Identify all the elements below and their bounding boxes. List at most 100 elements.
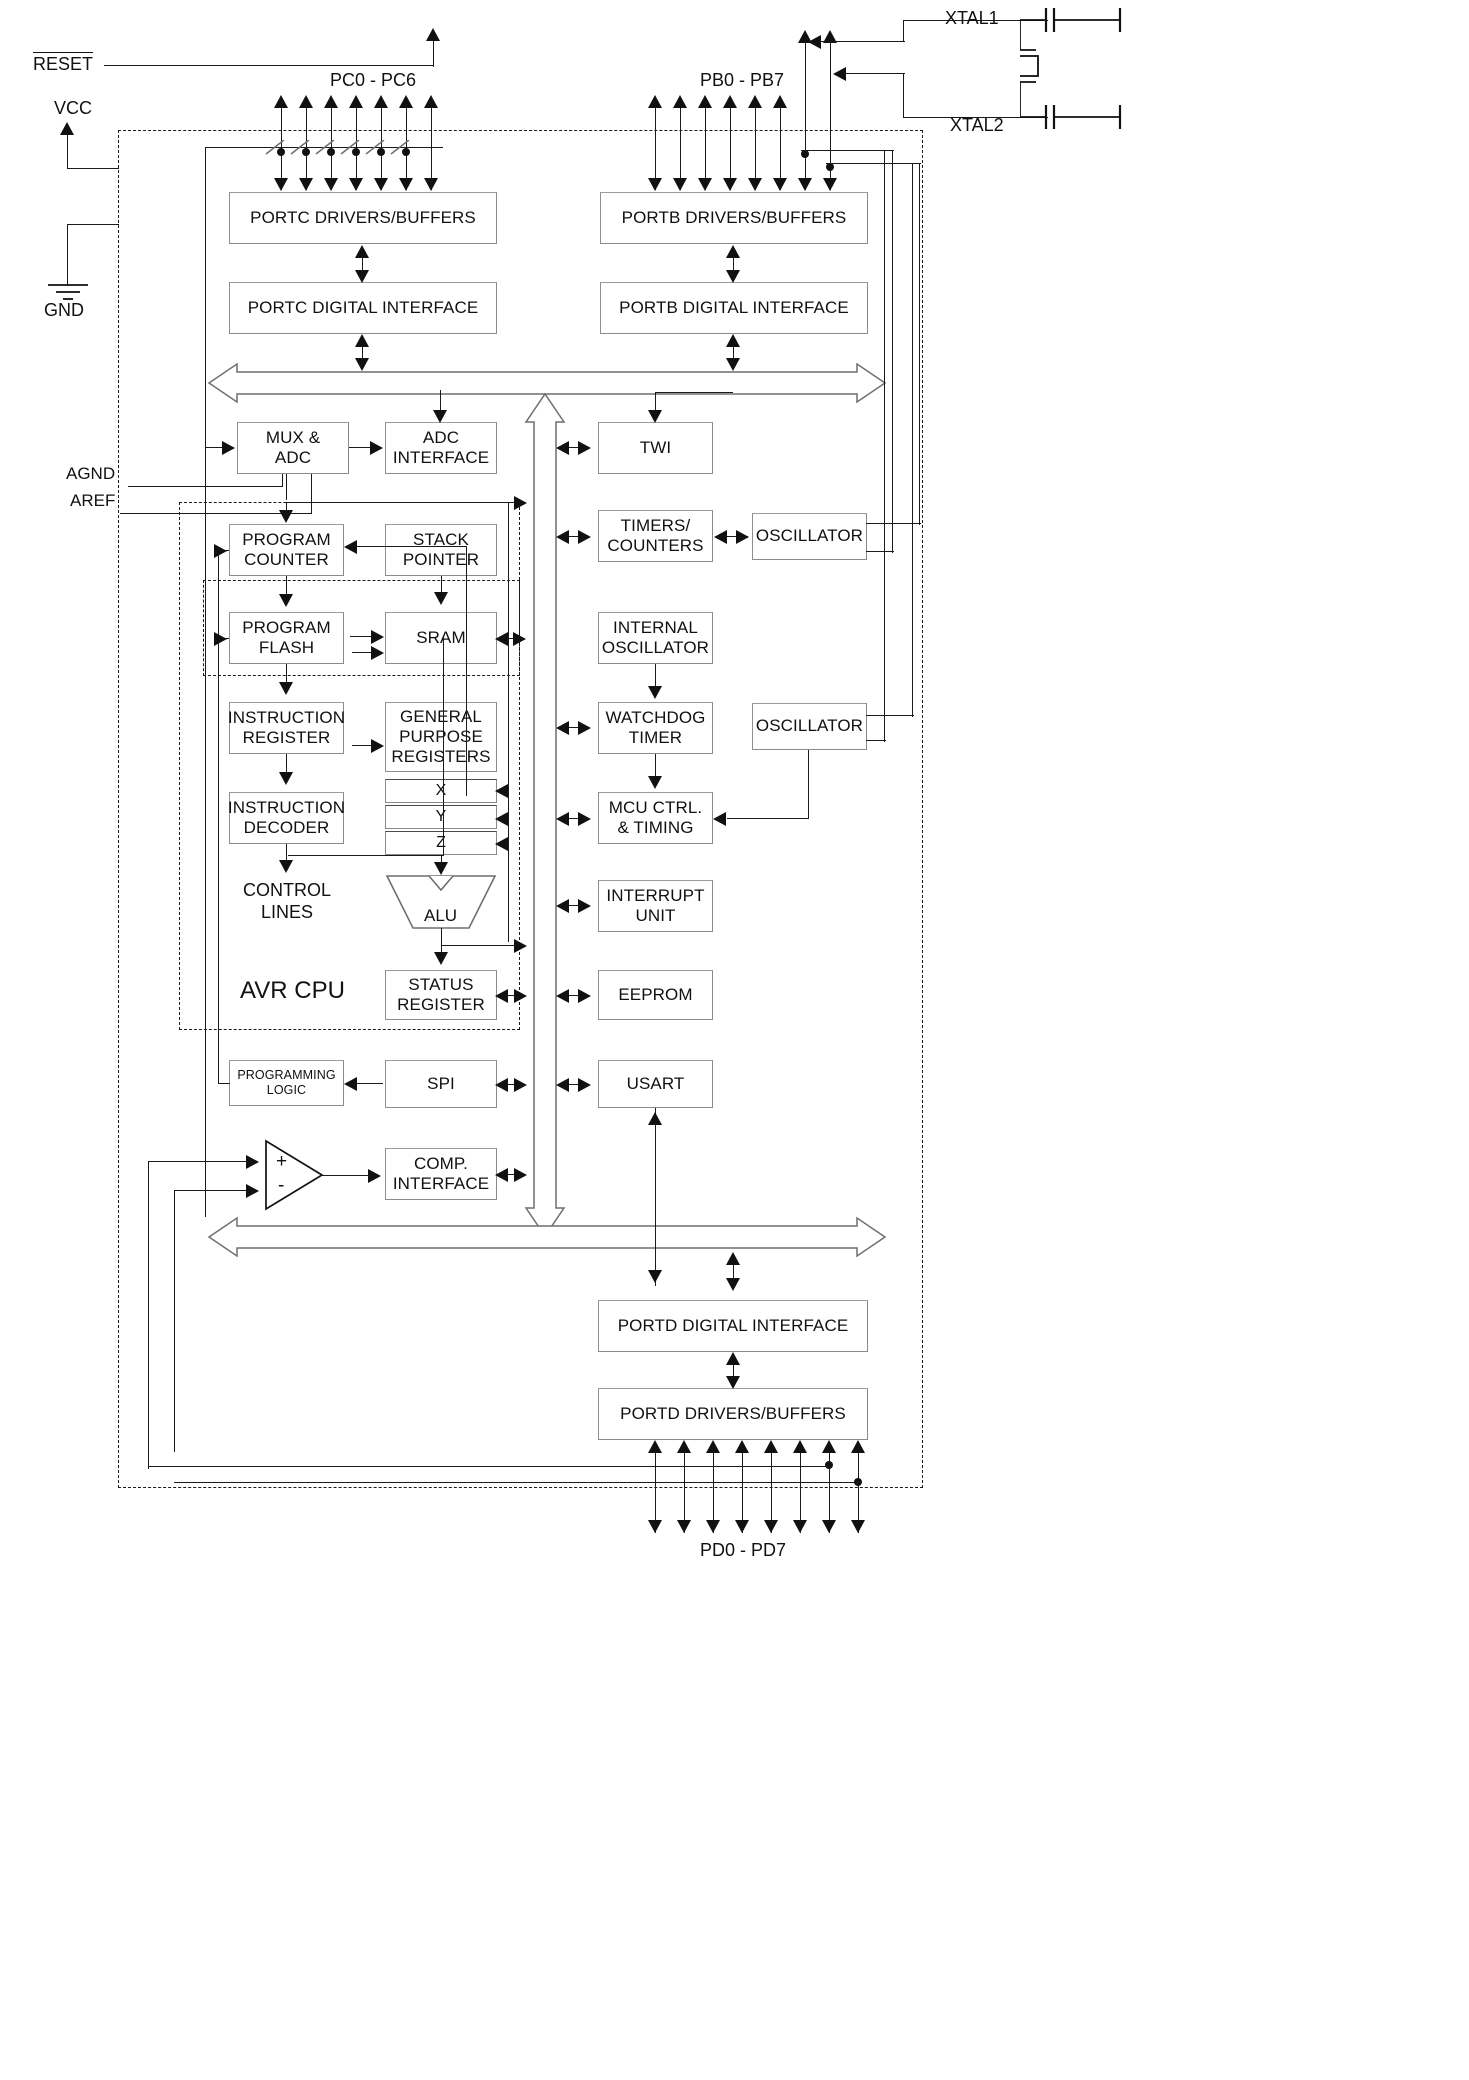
usart-to-bus-arrow xyxy=(556,1078,569,1092)
block-internal-oscillator[interactable]: INTERNAL OSCILLATOR xyxy=(598,612,713,664)
ir-to-sram-arrow xyxy=(371,630,384,644)
portc-pin-arrow-up-2 xyxy=(324,95,338,108)
portd-pin-arrow-down-0 xyxy=(648,1520,662,1533)
osc2-out-bottom-vert xyxy=(884,150,885,742)
portc-pin-arrow-up-0 xyxy=(274,95,288,108)
block-portd-drivers[interactable]: PORTD DRIVERS/BUFFERS xyxy=(598,1388,868,1440)
block-register-z[interactable]: Z xyxy=(385,831,497,855)
bus-to-timers-arrow xyxy=(578,530,591,544)
sram-bus-arrow-l xyxy=(495,632,508,646)
block-status-register[interactable]: STATUS REGISTER xyxy=(385,970,497,1020)
pin-label-gnd: GND xyxy=(44,300,84,320)
analog-comparator[interactable]: + - xyxy=(262,1139,324,1211)
block-twi[interactable]: TWI xyxy=(598,422,713,474)
block-portc-digital[interactable]: PORTC DIGITAL INTERFACE xyxy=(229,282,497,334)
portb-pin-arrow-down-7 xyxy=(823,178,837,191)
block-program-counter[interactable]: PROGRAM COUNTER xyxy=(229,524,344,576)
avr-cpu-label: AVR CPU xyxy=(240,977,345,1004)
bus-to-mcu-arrow xyxy=(578,812,591,826)
spi-bus-arrow-r xyxy=(514,1078,527,1092)
twi-top-horiz xyxy=(655,392,733,393)
portd-pin-arrow-down-4 xyxy=(764,1520,778,1533)
control-lines-label: CONTROL LINES xyxy=(243,880,332,922)
eeprom-to-bus-arrow xyxy=(556,989,569,1003)
block-interrupt-unit[interactable]: INTERRUPT UNIT xyxy=(598,880,713,932)
portb-pin-arrow-down-2 xyxy=(698,178,712,191)
portd-pin-arrow-down-3 xyxy=(735,1520,749,1533)
mcu-to-bus-arrow xyxy=(556,812,569,826)
pin-label-agnd: AGND xyxy=(66,464,116,483)
block-instruction-decoder[interactable]: INSTRUCTION DECODER xyxy=(228,792,345,844)
ir-to-dec-arrow xyxy=(279,772,293,785)
block-register-x[interactable]: X xyxy=(385,779,497,803)
twi-top-arrow xyxy=(648,410,662,423)
portb-bus-arrow-up xyxy=(726,334,740,347)
block-mux-adc[interactable]: MUX & ADC xyxy=(237,422,349,474)
bus-to-pc-horiz xyxy=(286,502,520,503)
gpr-x-arrow xyxy=(495,784,508,798)
portc-pin-arrow-down-2 xyxy=(324,178,338,191)
portd-internal-arrow-up xyxy=(726,1352,740,1365)
block-portd-digital[interactable]: PORTD DIGITAL INTERFACE xyxy=(598,1300,868,1352)
block-spi[interactable]: SPI xyxy=(385,1060,497,1108)
block-general-purpose-registers[interactable]: GENERAL PURPOSE REGISTERS xyxy=(385,702,497,772)
portb-pin-arrow-up-4 xyxy=(748,95,762,108)
bus-to-wdt-arrow xyxy=(578,721,591,735)
gpr-z-arrow xyxy=(495,837,508,851)
portb-pin-arrow-down-0 xyxy=(648,178,662,191)
portd-pin-arrow-down-6 xyxy=(822,1520,836,1533)
block-register-y[interactable]: Y xyxy=(385,805,497,829)
pc-rail-arrow-right xyxy=(514,496,527,510)
portb-pin-arrow-down-6 xyxy=(798,178,812,191)
portd-pin-arrow-up-6 xyxy=(822,1440,836,1453)
pin-label-aref: AREF xyxy=(70,491,116,510)
twi-to-bus-arrow xyxy=(556,441,569,455)
crystal-network xyxy=(1020,6,1140,131)
portd-pin-arrow-up-5 xyxy=(793,1440,807,1453)
gpr-y-arrow xyxy=(495,812,508,826)
block-comp-interface[interactable]: COMP. INTERFACE xyxy=(385,1148,497,1200)
block-mcu-ctrl-timing[interactable]: MCU CTRL. & TIMING xyxy=(598,792,713,844)
block-timers-counters[interactable]: TIMERS/ COUNTERS xyxy=(598,510,713,562)
wdt-to-bus-arrow xyxy=(556,721,569,735)
block-oscillator-2[interactable]: OSCILLATOR xyxy=(752,703,867,750)
cpu-left-rail xyxy=(218,550,219,850)
wdt-to-mcu-arrow xyxy=(648,776,662,789)
cmp-out-line xyxy=(320,1175,370,1176)
block-sram[interactable]: SRAM xyxy=(385,612,497,664)
block-adc-interface[interactable]: ADC INTERFACE xyxy=(385,422,497,474)
gpr-bus-rail xyxy=(508,502,509,942)
block-oscillator-1[interactable]: OSCILLATOR xyxy=(752,513,867,560)
block-watchdog-timer[interactable]: WATCHDOG TIMER xyxy=(598,702,713,754)
spi-bus-arrow-l xyxy=(495,1078,508,1092)
pin-label-portc: PC0 - PC6 xyxy=(330,70,417,90)
pin-label-reset: RESET xyxy=(33,52,94,74)
portb-pin-arrow-up-0 xyxy=(648,95,662,108)
block-portc-drivers[interactable]: PORTC DRIVERS/BUFFERS xyxy=(229,192,497,244)
portd-pin-arrow-down-2 xyxy=(706,1520,720,1533)
usart-up-arrow xyxy=(648,1112,662,1125)
cmp-feedback-rail-2 xyxy=(174,1482,859,1483)
bus-to-portd-arrow-down xyxy=(726,1278,740,1291)
portc-pin-arrow-up-5 xyxy=(399,95,413,108)
block-program-flash[interactable]: PROGRAM FLASH xyxy=(229,612,344,664)
block-eeprom[interactable]: EEPROM xyxy=(598,970,713,1020)
portc-tap-diagonals xyxy=(262,139,442,156)
block-instruction-register[interactable]: INSTRUCTION REGISTER xyxy=(228,702,345,754)
block-usart[interactable]: USART xyxy=(598,1060,713,1108)
block-portb-drivers[interactable]: PORTB DRIVERS/BUFFERS xyxy=(600,192,868,244)
portd-pin-arrow-up-3 xyxy=(735,1440,749,1453)
portb-pin-arrow-down-4 xyxy=(748,178,762,191)
osc2-out-bottom xyxy=(866,740,886,741)
bus-to-intr-arrow xyxy=(578,899,591,913)
cpu-left-rail-flash-arrow xyxy=(214,632,227,646)
alu-out-arrow xyxy=(514,939,527,953)
block-portb-digital[interactable]: PORTB DIGITAL INTERFACE xyxy=(600,282,868,334)
portc-pin-arrow-down-3 xyxy=(349,178,363,191)
spi-to-proglogic-arrow xyxy=(344,1077,357,1091)
block-programming-logic[interactable]: PROGRAMMING LOGIC xyxy=(229,1060,344,1106)
block-stack-pointer[interactable]: STACK POINTER xyxy=(385,524,497,576)
cmp-plus-in-line xyxy=(148,1161,248,1162)
alu-to-sreg-arrow xyxy=(434,952,448,965)
cmp-minus-in-arrow xyxy=(246,1184,259,1198)
